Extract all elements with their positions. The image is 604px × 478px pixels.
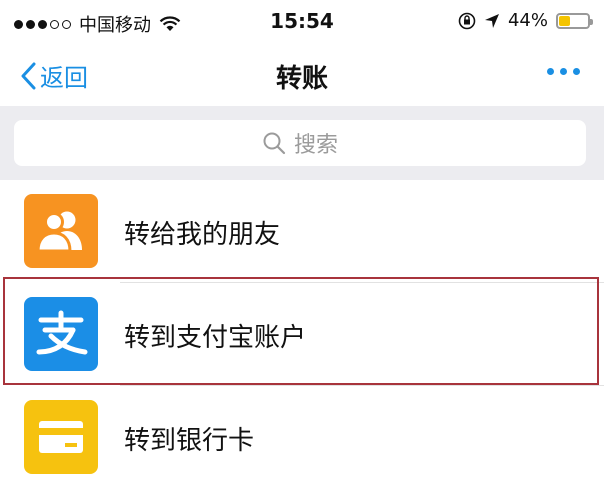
list-item-transfer-to-friend[interactable]: 转给我的朋友 (0, 180, 604, 282)
search-area: 搜索 (0, 106, 604, 180)
bank-card-icon (24, 400, 98, 474)
list-item-label: 转给我的朋友 (124, 220, 281, 250)
more-dots-icon (547, 68, 554, 75)
alipay-icon (24, 297, 98, 371)
status-bar: 中国移动 15:54 44% (0, 0, 604, 44)
battery-percent: 44% (507, 10, 548, 31)
transfer-screen: 中国移动 15:54 44% 返回 转账 搜索 转给我的朋友 转到支付宝账户 转… (0, 0, 604, 478)
list-item-label: 转到银行卡 (124, 426, 255, 456)
search-icon (263, 132, 286, 155)
search-input[interactable]: 搜索 (14, 120, 586, 166)
battery-icon (556, 12, 593, 29)
more-options-button[interactable] (547, 68, 580, 75)
list-item-transfer-to-alipay[interactable]: 转到支付宝账户 (0, 283, 604, 385)
status-right: 44% (458, 10, 593, 31)
page-title: 转账 (275, 64, 328, 94)
orientation-lock-icon (458, 12, 476, 29)
navigation-bar: 返回 转账 (0, 44, 604, 106)
friends-icon (24, 194, 98, 268)
list-item-label: 转到支付宝账户 (124, 323, 307, 353)
location-arrow-icon (484, 13, 499, 28)
search-placeholder: 搜索 (293, 133, 338, 158)
list-item-transfer-to-bank-card[interactable]: 转到银行卡 (0, 386, 604, 478)
battery-level-fill (559, 15, 570, 26)
